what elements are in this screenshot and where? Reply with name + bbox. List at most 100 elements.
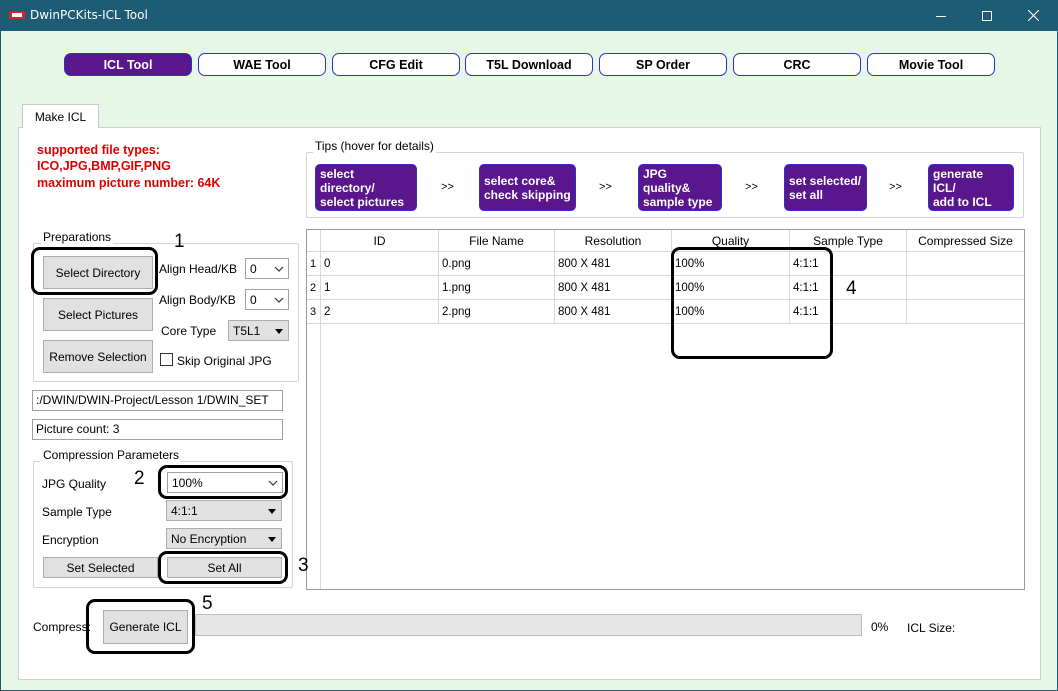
tip-generate-icl[interactable]: generate ICL/ add to ICL — [928, 164, 1014, 211]
compression-title: Compression Parameters — [41, 448, 182, 462]
tip-separator: >> — [441, 181, 454, 193]
skip-jpg-checkbox[interactable] — [160, 353, 173, 366]
picture-table[interactable]: ID File Name Resolution Quality Sample T… — [306, 229, 1025, 590]
close-icon — [1027, 10, 1039, 21]
tip-line: select core& — [484, 173, 556, 188]
caret-down-icon — [266, 532, 278, 546]
nav-movie-tool[interactable]: Movie Tool — [867, 53, 995, 76]
supported-types-title: supported file types: — [37, 143, 160, 157]
nav-t5l-download[interactable]: T5L Download — [465, 53, 593, 76]
core-type-select[interactable]: T5L1 — [228, 320, 289, 341]
tip-line: select pictures — [320, 194, 405, 209]
remove-selection-button[interactable]: Remove Selection — [43, 340, 153, 373]
table-cell-id[interactable]: 1 — [321, 276, 439, 300]
icl-size-label: ICL Size: — [907, 621, 956, 635]
close-button[interactable] — [1010, 0, 1056, 31]
annotation-box-5 — [86, 599, 195, 654]
app-window: DwinPCKits-ICL Tool ICL Tool WAE Tool CF… — [0, 0, 1058, 691]
encryption-select[interactable]: No Encryption — [166, 528, 282, 549]
table-cell-resolution[interactable]: 800 X 481 — [555, 252, 672, 276]
table-cell-id[interactable]: 0 — [321, 252, 439, 276]
tip-set-selected[interactable]: set selected/ set all — [784, 164, 867, 211]
title-bar[interactable]: DwinPCKits-ICL Tool — [0, 0, 1058, 31]
table-cell-compressed-size[interactable] — [907, 252, 1024, 276]
annotation-number-4: 4 — [846, 278, 857, 299]
tab-make-icl[interactable]: Make ICL — [22, 104, 99, 128]
column-header-compressed-size[interactable]: Compressed Size — [907, 230, 1024, 252]
tip-separator: >> — [599, 181, 612, 193]
nav-icl-tool[interactable]: ICL Tool — [64, 53, 192, 76]
table-cell-compressed-size[interactable] — [907, 300, 1024, 324]
nav-crc[interactable]: CRC — [733, 53, 861, 76]
encryption-label: Encryption — [42, 533, 99, 547]
tip-separator: >> — [745, 181, 758, 193]
annotation-number-1: 1 — [174, 231, 185, 252]
set-selected-button[interactable]: Set Selected — [43, 557, 158, 578]
tip-jpg-quality[interactable]: JPG quality& sample type — [638, 164, 722, 211]
jpg-quality-label: JPG Quality — [42, 477, 107, 491]
table-cell-id[interactable]: 2 — [321, 300, 439, 324]
table-cell-resolution[interactable]: 800 X 481 — [555, 300, 672, 324]
nav-sp-order[interactable]: SP Order — [599, 53, 727, 76]
tip-line: add to ICL — [933, 194, 992, 209]
tip-line: select directory/ — [320, 166, 375, 195]
window-title: DwinPCKits-ICL Tool — [30, 8, 148, 22]
column-header-resolution[interactable]: Resolution — [555, 230, 672, 252]
tip-line: set all — [789, 187, 824, 202]
align-body-value: 0 — [250, 292, 257, 307]
annotation-number-3: 3 — [298, 555, 309, 576]
maximize-button[interactable] — [964, 0, 1010, 31]
client-area: ICL Tool WAE Tool CFG Edit T5L Download … — [1, 31, 1057, 690]
align-head-label: Align Head/KB — [159, 262, 238, 276]
max-picture-note: maximum picture number: 64K — [37, 176, 221, 190]
supported-types-list: ICO,JPG,BMP,GIF,PNG — [37, 159, 171, 173]
table-cell-file-name[interactable]: 2.png — [439, 300, 555, 324]
tips-title: Tips (hover for details) — [313, 139, 436, 153]
table-cell-file-name[interactable]: 1.png — [439, 276, 555, 300]
annotation-box-2 — [158, 465, 288, 499]
nav-wae-tool[interactable]: WAE Tool — [198, 53, 326, 76]
align-body-select[interactable]: 0 — [245, 289, 289, 310]
table-cell-file-name[interactable]: 0.png — [439, 252, 555, 276]
column-header-id[interactable]: ID — [321, 230, 439, 252]
picture-count-field: Picture count: 3 — [32, 419, 283, 440]
annotation-number-5: 5 — [202, 593, 213, 614]
nav-cfg-edit[interactable]: CFG Edit — [332, 53, 460, 76]
sample-type-value: 4:1:1 — [171, 503, 198, 518]
tip-separator: >> — [889, 181, 902, 193]
annotation-box-4 — [671, 247, 833, 359]
tip-line: set selected/ — [789, 173, 862, 188]
row-number[interactable]: 3 — [307, 300, 321, 324]
tip-line: JPG quality& — [643, 166, 691, 195]
table-cell-resolution[interactable]: 800 X 481 — [555, 276, 672, 300]
dwin-logo-icon — [9, 11, 25, 19]
tip-line: generate ICL/ — [933, 166, 984, 195]
select-pictures-button[interactable]: Select Pictures — [43, 298, 153, 331]
caret-down-icon — [266, 504, 278, 518]
row-header-filler — [307, 324, 321, 589]
row-number[interactable]: 1 — [307, 252, 321, 276]
minimize-icon — [936, 15, 946, 17]
core-type-label: Core Type — [161, 324, 217, 338]
sample-type-select[interactable]: 4:1:1 — [166, 500, 282, 521]
core-type-value: T5L1 — [233, 323, 261, 338]
table-corner — [307, 230, 321, 252]
align-head-select[interactable]: 0 — [245, 258, 289, 279]
maximize-icon — [982, 10, 992, 21]
tip-select-directory[interactable]: select directory/ select pictures — [315, 164, 417, 211]
annotation-box-3 — [158, 551, 288, 584]
table-cell-compressed-size[interactable] — [907, 276, 1024, 300]
tip-select-core[interactable]: select core& check skipping — [479, 164, 576, 211]
encryption-value: No Encryption — [171, 531, 247, 546]
skip-jpg-label: Skip Original JPG — [177, 354, 272, 368]
annotation-number-2: 2 — [134, 468, 145, 489]
compress-label: Compress: — [33, 620, 92, 634]
progress-percent: 0% — [871, 620, 889, 634]
minimize-button[interactable] — [918, 0, 964, 31]
align-head-value: 0 — [250, 261, 257, 276]
directory-path-field[interactable]: :/DWIN/DWIN-Project/Lesson 1/DWIN_SET — [32, 390, 283, 411]
tip-line: check skipping — [484, 187, 571, 202]
preparations-title: Preparations — [41, 230, 114, 244]
column-header-file-name[interactable]: File Name — [439, 230, 555, 252]
row-number[interactable]: 2 — [307, 276, 321, 300]
